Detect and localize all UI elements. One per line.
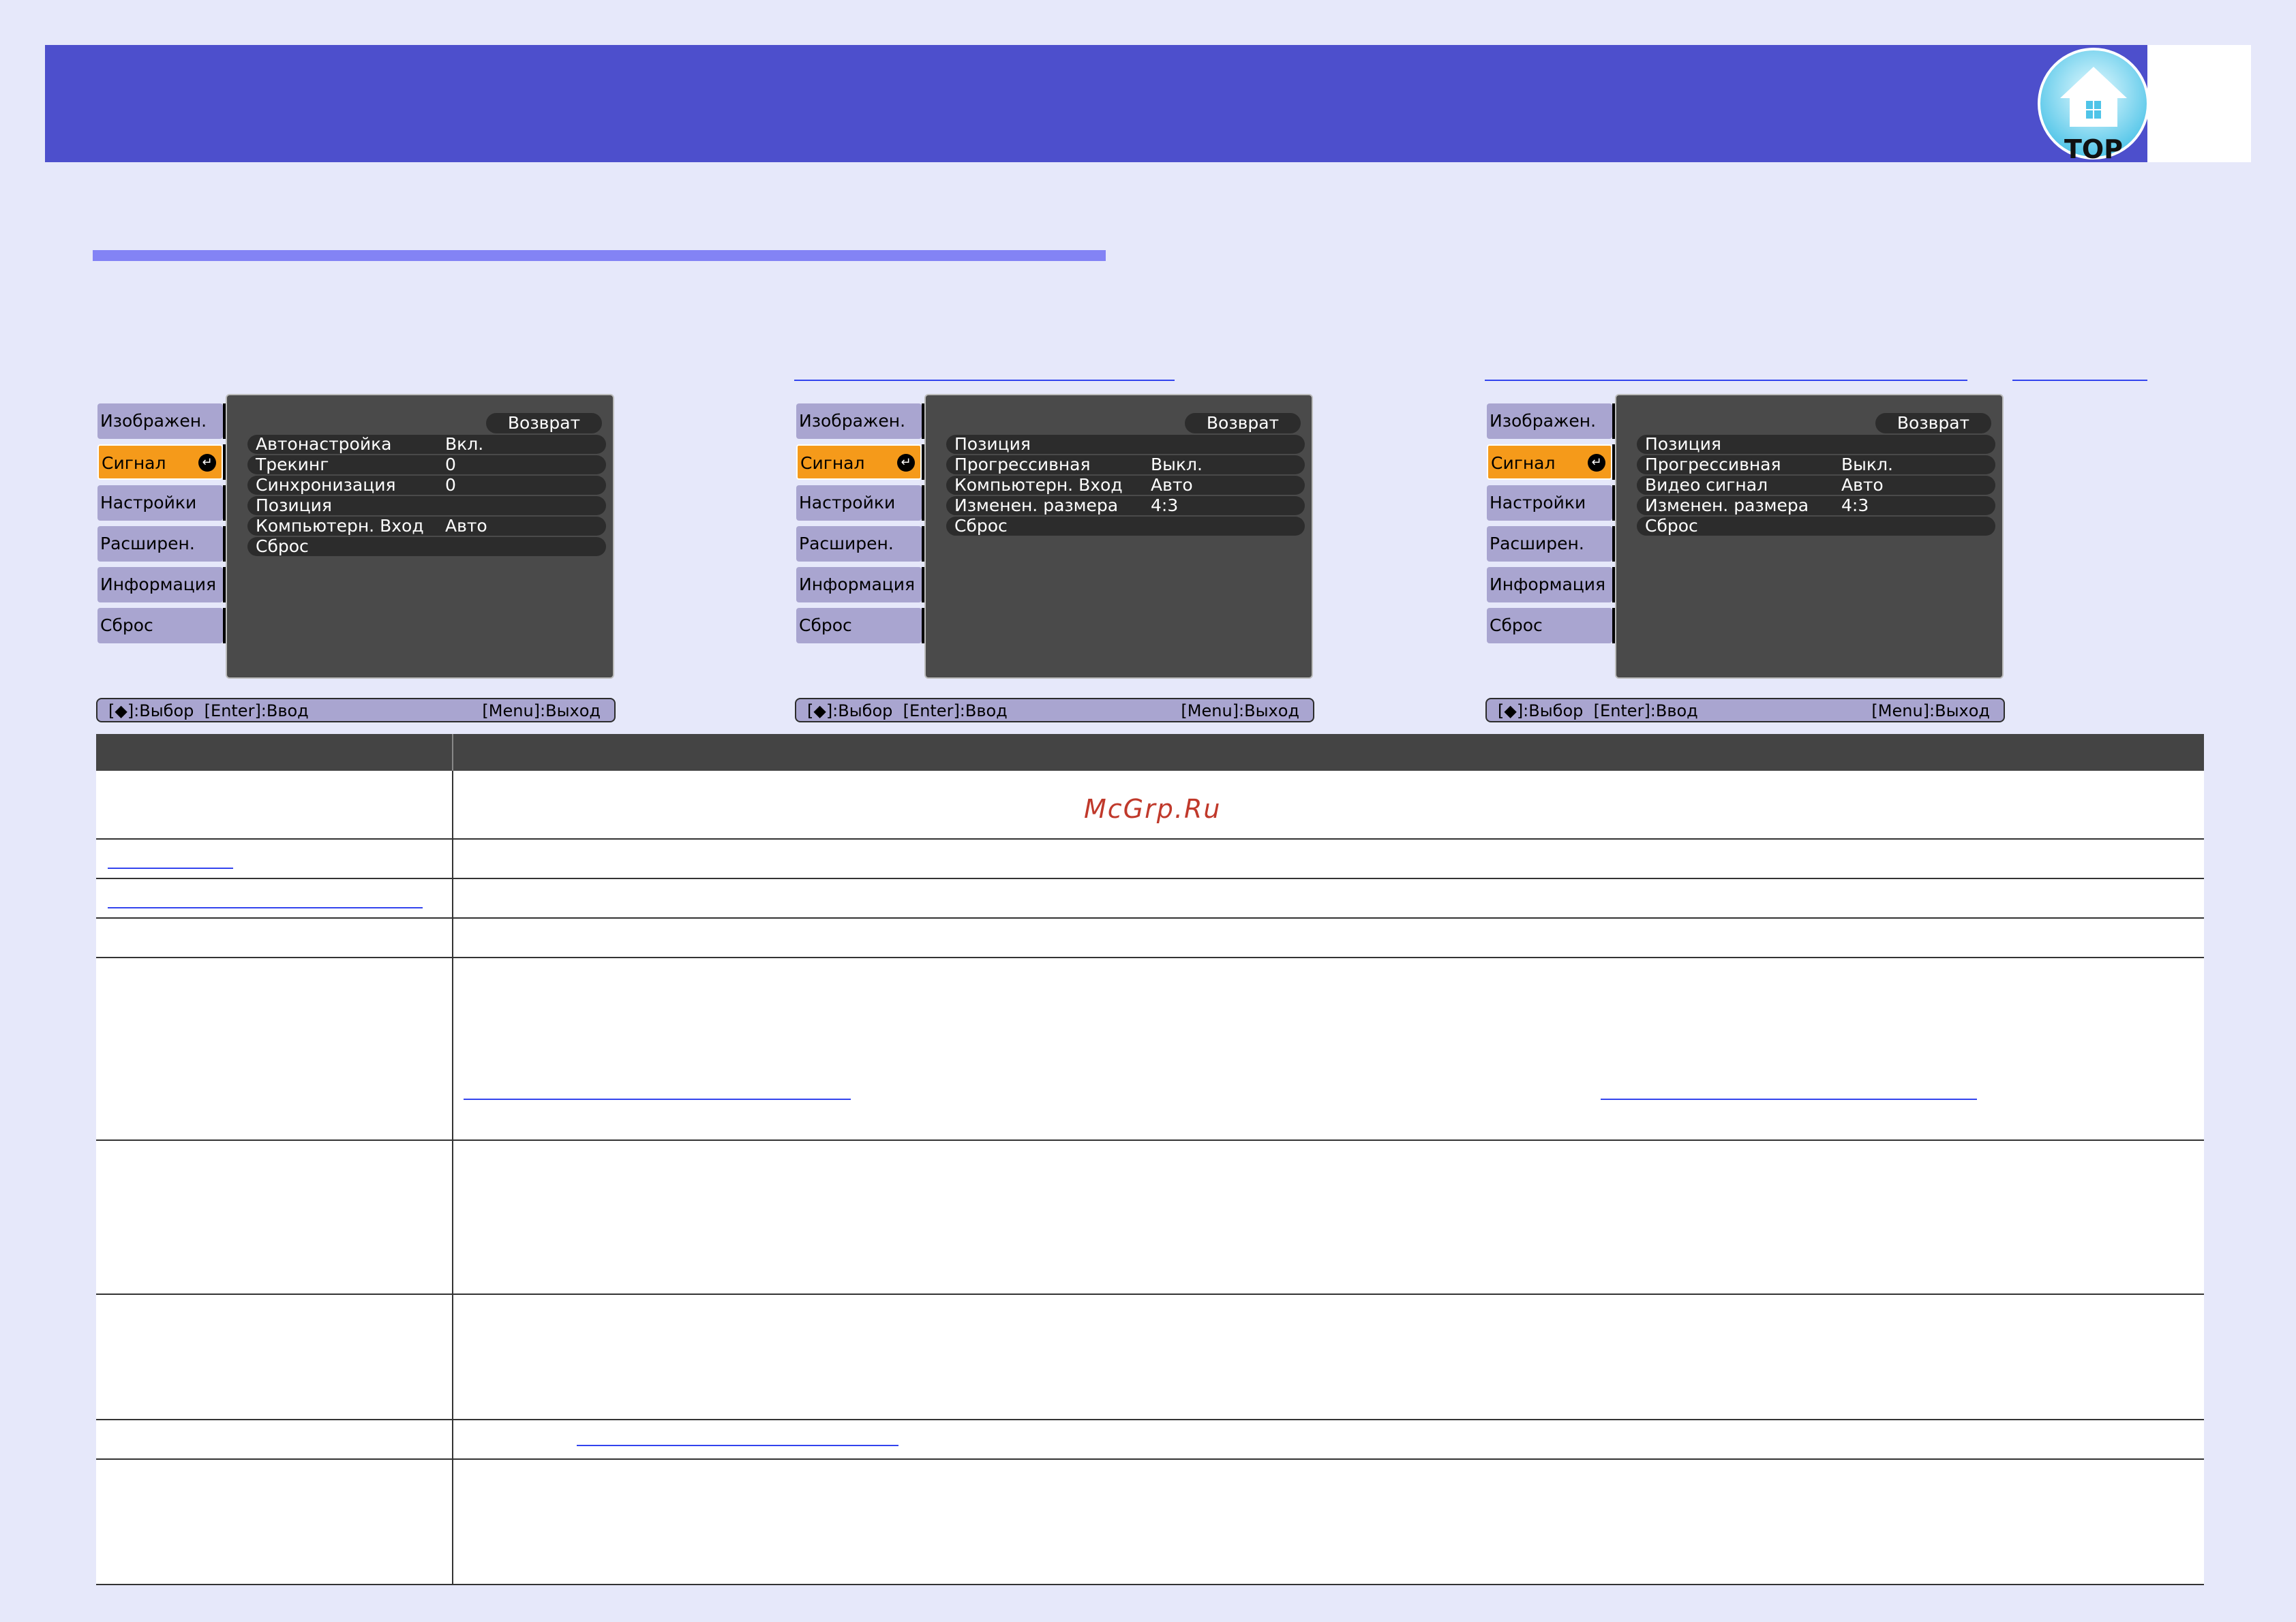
table-link[interactable] [464, 1099, 851, 1100]
enter-icon: ↵ [198, 454, 216, 472]
link[interactable] [2012, 380, 2147, 381]
menu-footer: [◆]:Выбор [Enter]:Ввод [Menu]:Выход [1485, 698, 2005, 722]
link[interactable] [1485, 380, 1967, 381]
footer-hint-right: [Menu]:Выход [1871, 701, 1990, 720]
menu-row-label: Сброс [256, 536, 309, 556]
menu-row-label: Компьютерн. Вход [954, 475, 1123, 495]
footer-hint-right: [Menu]:Выход [1181, 701, 1299, 720]
header-corner [2147, 45, 2251, 162]
sidebar-item[interactable]: Изображен. [796, 403, 922, 439]
sidebar-item[interactable]: Расширен. [796, 526, 922, 562]
table-column-divider [452, 771, 453, 1585]
footer-hint-right: [Menu]:Выход [482, 701, 601, 720]
link[interactable] [794, 380, 1175, 381]
sidebar-item[interactable]: Расширен. [1487, 526, 1612, 562]
menu-row-label: Позиция [954, 434, 1031, 454]
menu-row-label: Видео сигнал [1645, 475, 1768, 495]
submenu-panel: Возврат Позиция Прогрессивная Выкл. Видео си… [1615, 394, 2004, 679]
menu-row-label: Сброс [954, 516, 1008, 536]
table-row-divider [96, 1458, 2204, 1460]
sidebar-item[interactable]: Сигнал ↵ [97, 444, 223, 480]
section-title-underline [93, 250, 1106, 261]
table-row-divider [96, 957, 2204, 958]
header-bar [45, 45, 2147, 162]
table-link[interactable] [108, 907, 423, 908]
return-button[interactable]: Возврат [1875, 413, 1991, 433]
menu-row-value: Авто [445, 516, 487, 536]
sidebar-item[interactable]: Настройки [97, 485, 223, 521]
table-row-divider [96, 878, 2204, 879]
menu-row-value: 0 [445, 455, 456, 474]
sidebar-item[interactable]: Информация [97, 567, 223, 602]
menu-row-value: 4:3 [1151, 495, 1179, 515]
projector-menu-1: Изображен. Сигнал ↵ Настройки Расширен. Инфор… [96, 394, 616, 729]
menu-row-label: Изменен. размера [1645, 495, 1809, 515]
enter-icon: ↵ [897, 454, 915, 472]
table-bottom-border [96, 1584, 2204, 1585]
table-link[interactable] [108, 868, 233, 869]
sidebar-item[interactable]: Расширен. [97, 526, 223, 562]
sidebar-item[interactable]: Сигнал ↵ [796, 444, 922, 480]
menu-row-label: Трекинг [256, 455, 329, 474]
submenu-panel: Возврат Позиция Прогрессивная Выкл. Компьюте… [924, 394, 1313, 679]
menu-row-label: Изменен. размера [954, 495, 1119, 515]
sidebar-item[interactable]: Сброс [796, 608, 922, 643]
sidebar-item[interactable]: Настройки [796, 485, 922, 521]
table-row-divider [96, 917, 2204, 919]
menu-footer: [◆]:Выбор [Enter]:Ввод [Menu]:Выход [795, 698, 1314, 722]
return-button[interactable]: Возврат [1185, 413, 1301, 433]
menu-row-value: 4:3 [1841, 495, 1869, 515]
table-row-divider [96, 1294, 2204, 1295]
projector-menu-3: Изображен. Сигнал ↵ Настройки Расширен. Инфор… [1485, 394, 2005, 729]
menu-footer: [◆]:Выбор [Enter]:Ввод [Menu]:Выход [96, 698, 616, 722]
footer-hint-left: [◆]:Выбор [Enter]:Ввод [1498, 701, 1698, 720]
svg-text:TOP: TOP [2064, 134, 2123, 164]
enter-icon: ↵ [1588, 454, 1605, 472]
menu-row-label: Компьютерн. Вход [256, 516, 424, 536]
sidebar-item[interactable]: Сброс [97, 608, 223, 643]
table-row-divider [96, 1419, 2204, 1420]
table-row-divider [96, 1139, 2204, 1141]
sidebar-item[interactable]: Информация [796, 567, 922, 602]
menu-row-label: Прогрессивная [954, 455, 1091, 474]
footer-hint-left: [◆]:Выбор [Enter]:Ввод [108, 701, 309, 720]
menu-row-value: 0 [445, 475, 456, 495]
table-link[interactable] [577, 1445, 898, 1446]
watermark-text: McGrp.Ru [1084, 794, 1222, 824]
menu-row-label: Позиция [1645, 434, 1721, 454]
sidebar-item[interactable]: Изображен. [1487, 403, 1612, 439]
table-body [96, 771, 2204, 1585]
table-header-divider [452, 734, 453, 771]
menu-row-label: Позиция [256, 495, 332, 515]
table-row-divider [96, 838, 2204, 840]
menu-row-value: Вкл. [445, 434, 484, 454]
menu-row-label: Прогрессивная [1645, 455, 1781, 474]
projector-menu-2: Изображен. Сигнал ↵ Настройки Расширен. Инфор… [795, 394, 1314, 729]
menu-row-value: Выкл. [1151, 455, 1203, 474]
sidebar-item[interactable]: Информация [1487, 567, 1612, 602]
menu-row-label: Синхронизация [256, 475, 396, 495]
sidebar-item[interactable]: Изображен. [97, 403, 223, 439]
menu-row-value: Авто [1151, 475, 1193, 495]
top-home-icon[interactable]: TOP [2034, 46, 2153, 165]
menu-row-label: Автонастройка [256, 434, 392, 454]
return-button[interactable]: Возврат [486, 413, 602, 433]
table-header [96, 734, 2204, 771]
sidebar-item[interactable]: Сброс [1487, 608, 1612, 643]
sidebar-item[interactable]: Настройки [1487, 485, 1612, 521]
footer-hint-left: [◆]:Выбор [Enter]:Ввод [807, 701, 1008, 720]
table-link[interactable] [1601, 1099, 1977, 1100]
menu-row-value: Авто [1841, 475, 1884, 495]
menu-row-label: Сброс [1645, 516, 1698, 536]
menu-row-value: Выкл. [1841, 455, 1893, 474]
sidebar-item[interactable]: Сигнал ↵ [1487, 444, 1612, 480]
submenu-panel: Возврат Автонастройка Вкл. Трекинг 0 Синхрони… [226, 394, 614, 679]
